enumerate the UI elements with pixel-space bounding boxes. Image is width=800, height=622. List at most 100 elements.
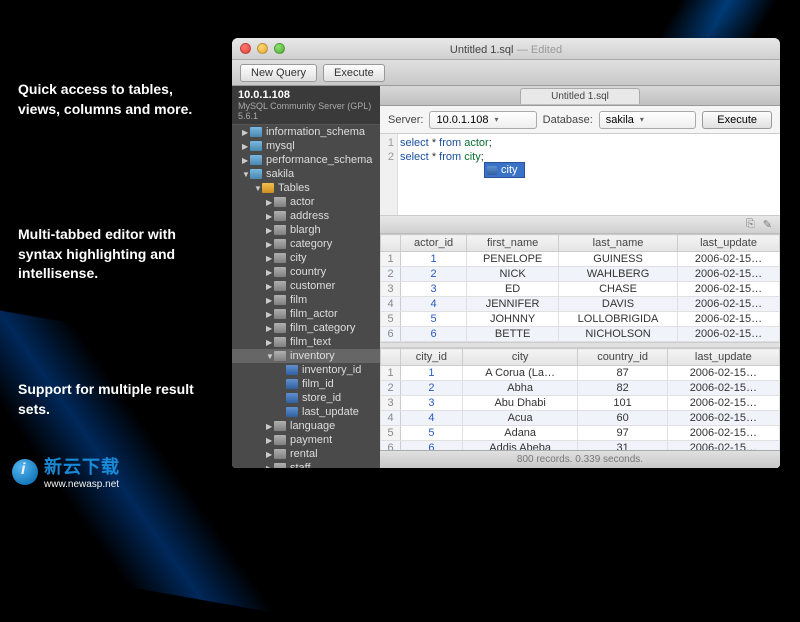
execute-button[interactable]: Execute — [323, 64, 385, 82]
cell[interactable]: 87 — [578, 366, 667, 381]
table-row[interactable]: 66BETTENICHOLSON2006-02-15… — [381, 327, 780, 342]
table-row[interactable]: 66Addis Abeba312006-02-15… — [381, 441, 780, 451]
cell[interactable]: 2006-02-15… — [667, 426, 779, 441]
cell[interactable]: JENNIFER — [467, 297, 559, 312]
table-node-country[interactable]: ▶country — [232, 265, 380, 279]
sidebar[interactable]: 10.0.1.108 MySQL Community Server (GPL) … — [232, 86, 380, 468]
table-node-address[interactable]: ▶address — [232, 209, 380, 223]
table-row[interactable]: 33Abu Dhabi1012006-02-15… — [381, 396, 780, 411]
table-row[interactable]: 44JENNIFERDAVIS2006-02-15… — [381, 297, 780, 312]
cell[interactable]: 3 — [401, 396, 463, 411]
table-node-film_text[interactable]: ▶film_text — [232, 335, 380, 349]
table-node-inventory[interactable]: ▼inventory — [232, 349, 380, 363]
cell[interactable]: 97 — [578, 426, 667, 441]
column-node-last_update[interactable]: last_update — [232, 405, 380, 419]
cell[interactable]: 3 — [401, 282, 467, 297]
tab-untitled[interactable]: Untitled 1.sql — [520, 88, 640, 104]
table-row[interactable]: 55Adana972006-02-15… — [381, 426, 780, 441]
cell[interactable]: 60 — [578, 411, 667, 426]
results-pane[interactable]: actor_idfirst_namelast_namelast_update11… — [380, 234, 780, 450]
column-node-store_id[interactable]: store_id — [232, 391, 380, 405]
table-row[interactable]: 22NICKWAHLBERG2006-02-15… — [381, 267, 780, 282]
table-node-film_actor[interactable]: ▶film_actor — [232, 307, 380, 321]
cell[interactable]: 1 — [401, 252, 467, 267]
column-header[interactable]: last_update — [678, 235, 780, 252]
cell[interactable]: 2006-02-15… — [678, 297, 780, 312]
table-node-rental[interactable]: ▶rental — [232, 447, 380, 461]
column-header[interactable]: actor_id — [401, 235, 467, 252]
cell[interactable]: CHASE — [559, 282, 678, 297]
table-node-film_category[interactable]: ▶film_category — [232, 321, 380, 335]
table-row[interactable]: 11PENELOPEGUINESS2006-02-15… — [381, 252, 780, 267]
cell[interactable]: 2006-02-15… — [678, 252, 780, 267]
table-node-actor[interactable]: ▶actor — [232, 195, 380, 209]
cell[interactable]: 2006-02-15… — [678, 282, 780, 297]
server-select[interactable]: 10.0.1.108▾ — [429, 111, 536, 129]
cell[interactable]: 6 — [401, 327, 467, 342]
cell[interactable]: BETTE — [467, 327, 559, 342]
cell[interactable]: 2006-02-15… — [667, 411, 779, 426]
cell[interactable]: Acua — [462, 411, 578, 426]
cell[interactable]: 2006-02-15… — [678, 312, 780, 327]
cell[interactable]: Abu Dhabi — [462, 396, 578, 411]
cell[interactable]: PENELOPE — [467, 252, 559, 267]
cell[interactable]: 2 — [401, 267, 467, 282]
cell[interactable]: 4 — [401, 297, 467, 312]
table-node-city[interactable]: ▶city — [232, 251, 380, 265]
table-node-payment[interactable]: ▶payment — [232, 433, 380, 447]
cell[interactable]: DAVIS — [559, 297, 678, 312]
table-node-language[interactable]: ▶language — [232, 419, 380, 433]
cell[interactable]: Abha — [462, 381, 578, 396]
cell[interactable]: NICK — [467, 267, 559, 282]
cell[interactable]: 2006-02-15… — [678, 327, 780, 342]
column-header[interactable]: first_name — [467, 235, 559, 252]
execute-query-button[interactable]: Execute — [702, 111, 772, 129]
cell[interactable]: 2 — [401, 381, 463, 396]
server-node[interactable]: 10.0.1.108 MySQL Community Server (GPL) … — [232, 86, 380, 125]
db-node-mysql[interactable]: ▶mysql — [232, 139, 380, 153]
cell[interactable]: GUINESS — [559, 252, 678, 267]
result-grid-1[interactable]: actor_idfirst_namelast_namelast_update11… — [380, 234, 780, 342]
cell[interactable]: JOHNNY — [467, 312, 559, 327]
table-row[interactable]: 33EDCHASE2006-02-15… — [381, 282, 780, 297]
table-row[interactable]: 11A Corua (La…872006-02-15… — [381, 366, 780, 381]
new-query-button[interactable]: New Query — [240, 64, 317, 82]
cell[interactable]: ED — [467, 282, 559, 297]
column-header[interactable]: country_id — [578, 349, 667, 366]
table-row[interactable]: 55JOHNNYLOLLOBRIGIDA2006-02-15… — [381, 312, 780, 327]
table-row[interactable]: 44Acua602006-02-15… — [381, 411, 780, 426]
cell[interactable]: A Corua (La… — [462, 366, 578, 381]
table-node-staff[interactable]: ▶staff — [232, 461, 380, 468]
cell[interactable]: NICHOLSON — [559, 327, 678, 342]
intellisense-popup[interactable]: city — [484, 162, 525, 178]
cell[interactable]: 5 — [401, 312, 467, 327]
cell[interactable]: 5 — [401, 426, 463, 441]
cell[interactable]: Adana — [462, 426, 578, 441]
column-header[interactable]: city — [462, 349, 578, 366]
table-node-blargh[interactable]: ▶blargh — [232, 223, 380, 237]
table-node-customer[interactable]: ▶customer — [232, 279, 380, 293]
cell[interactable]: 6 — [401, 441, 463, 451]
column-header[interactable]: last_name — [559, 235, 678, 252]
cell[interactable]: 82 — [578, 381, 667, 396]
export-icon[interactable]: ⎘ — [746, 218, 755, 231]
link-icon[interactable]: ✎ — [763, 218, 772, 231]
cell[interactable]: 2006-02-15… — [667, 441, 779, 451]
table-node-film[interactable]: ▶film — [232, 293, 380, 307]
db-node-performance_schema[interactable]: ▶performance_schema — [232, 153, 380, 167]
column-node-inventory_id[interactable]: inventory_id — [232, 363, 380, 377]
cell[interactable]: 4 — [401, 411, 463, 426]
result-grid-2[interactable]: city_idcitycountry_idlast_update11A Coru… — [380, 348, 780, 450]
cell[interactable]: 1 — [401, 366, 463, 381]
database-select[interactable]: sakila▾ — [599, 111, 696, 129]
table-node-category[interactable]: ▶category — [232, 237, 380, 251]
column-header[interactable]: last_update — [667, 349, 779, 366]
db-node-information_schema[interactable]: ▶information_schema — [232, 125, 380, 139]
sql-editor[interactable]: 12 select * from actor; select * from ci… — [380, 134, 780, 216]
column-header[interactable]: city_id — [401, 349, 463, 366]
folder-tables[interactable]: ▼Tables — [232, 181, 380, 195]
column-node-film_id[interactable]: film_id — [232, 377, 380, 391]
cell[interactable]: 2006-02-15… — [678, 267, 780, 282]
cell[interactable]: 2006-02-15… — [667, 381, 779, 396]
table-row[interactable]: 22Abha822006-02-15… — [381, 381, 780, 396]
